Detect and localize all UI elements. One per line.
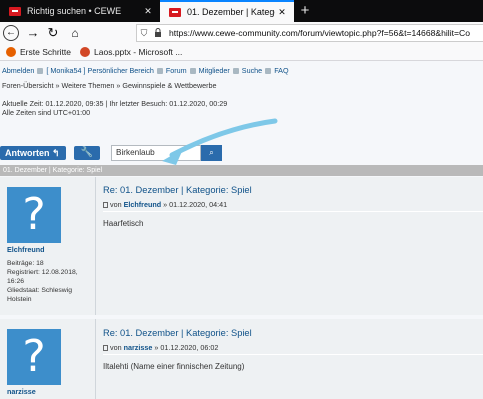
link-faq[interactable]: FAQ — [274, 66, 288, 75]
post-icon[interactable] — [103, 202, 108, 208]
new-tab-button[interactable]: + — [297, 2, 313, 20]
top-links: Abmelden [ Monika54 ] Persönlicher Bereic… — [2, 66, 289, 75]
post-title[interactable]: Re: 01. Dezember | Kategorie: Spiel — [103, 328, 252, 338]
post-divider — [103, 211, 483, 212]
post-title[interactable]: Re: 01. Dezember | Kategorie: Spiel — [103, 185, 252, 195]
cewe-favicon-icon — [169, 7, 181, 17]
lock-icon — [151, 27, 165, 39]
home-button[interactable]: ⌂ — [67, 25, 83, 41]
bookmark-label: Erste Schritte — [20, 47, 72, 57]
link-abmelden[interactable]: Abmelden — [2, 66, 34, 75]
bookmark-laos-pptx[interactable]: Laos.pptx - Microsoft ... — [80, 47, 182, 57]
post-body: Iltalehti (Name einer finnischen Zeitung… — [103, 362, 245, 371]
thread-title-bar: 01. Dezember | Kategorie: Spiel — [0, 165, 483, 176]
link-forum[interactable]: Forum — [166, 66, 187, 75]
post-date: » 01.12.2020, 06:02 — [154, 343, 219, 352]
navigation-bar: ← → ↻ ⌂ ⛉ https://www.cewe-community.com… — [0, 22, 483, 44]
powerpoint-icon — [80, 47, 91, 57]
info-line: Registriert: 12.08.2018, — [7, 269, 78, 276]
faq-icon — [265, 68, 272, 74]
wrench-icon[interactable]: 🔧 — [74, 146, 100, 160]
link-suche[interactable]: Suche — [242, 66, 262, 75]
post-user-info: Beiträge: 18 Registriert: 12.08.2018, 16… — [7, 259, 78, 304]
tab-strip: Richtig suchen • CEWE ✕ 01. Dezember | K… — [0, 0, 483, 22]
forum-icon — [156, 68, 163, 74]
cewe-favicon-icon — [9, 6, 21, 16]
bookmark-label: Laos.pptx - Microsoft ... — [94, 47, 183, 57]
url-text: https://www.cewe-community.com/forum/vie… — [169, 28, 471, 38]
meta-prefix: von — [110, 343, 122, 352]
avatar[interactable]: ? — [7, 187, 61, 243]
user-icon — [37, 68, 44, 74]
info-line: Gliedstaat: Schleswig — [7, 287, 72, 294]
reply-button[interactable]: Antworten ↰ — [0, 146, 66, 160]
url-bar[interactable]: ⛉ https://www.cewe-community.com/forum/v… — [136, 24, 483, 42]
post-username[interactable]: Elchfreund — [7, 245, 45, 254]
post-body: Haarfetisch — [103, 219, 144, 228]
reload-button[interactable]: ↻ — [45, 25, 61, 41]
post-meta: von narzisse » 01.12.2020, 06:02 — [103, 343, 218, 352]
forward-button[interactable]: → — [25, 25, 41, 41]
post-author[interactable]: Elchfreund — [124, 200, 162, 209]
post-date: » 01.12.2020, 04:41 — [163, 200, 228, 209]
close-tab-icon[interactable]: ✕ — [141, 6, 155, 17]
link-mitglieder[interactable]: Mitglieder — [199, 66, 230, 75]
post-icon[interactable] — [103, 345, 108, 351]
forum-page: Abmelden [ Monika54 ] Persönlicher Bereic… — [0, 61, 483, 399]
tab-01-dezember[interactable]: 01. Dezember | Kategorie: Spiel ✕ — [160, 0, 294, 22]
post: ? narzisse Re: 01. Dezember | Kategorie:… — [0, 319, 483, 399]
post: ? Elchfreund Beiträge: 18 Registriert: 1… — [0, 177, 483, 315]
bookmarks-bar: Erste Schritte Laos.pptx - Microsoft ... — [0, 44, 483, 61]
close-tab-icon[interactable]: ✕ — [275, 7, 289, 18]
back-button[interactable]: ← — [3, 25, 19, 41]
post-username[interactable]: narzisse — [7, 387, 36, 396]
tab-richtig-suchen[interactable]: Richtig suchen • CEWE ✕ — [0, 0, 160, 22]
avatar[interactable]: ? — [7, 329, 61, 385]
info-line: Holstein — [7, 296, 32, 303]
shield-icon[interactable]: ⛉ — [137, 28, 151, 39]
post-meta: von Elchfreund » 01.12.2020, 04:41 — [103, 200, 227, 209]
post-profile: ? narzisse — [0, 319, 96, 399]
post-author[interactable]: narzisse — [124, 343, 153, 352]
annotation-arrow — [162, 118, 278, 165]
firefox-icon — [6, 47, 16, 57]
info-line: 16:26 — [7, 278, 25, 285]
post-profile: ? Elchfreund Beiträge: 18 Registriert: 1… — [0, 177, 96, 315]
bookmark-erste-schritte[interactable]: Erste Schritte — [6, 47, 71, 57]
members-icon — [189, 68, 196, 74]
breadcrumb[interactable]: Foren-Übersicht » Weitere Themen » Gewin… — [2, 81, 217, 90]
post-divider — [103, 354, 483, 355]
info-line: Beiträge: 18 — [7, 260, 44, 267]
current-time: Aktuelle Zeit: 01.12.2020, 09:35 | Ihr l… — [2, 99, 228, 108]
search-icon — [232, 68, 239, 74]
tab-label: Richtig suchen • CEWE — [27, 6, 122, 16]
tab-label: 01. Dezember | Kategorie: Spiel — [187, 7, 275, 17]
timezone-info: Alle Zeiten sind UTC+01:00 — [2, 108, 91, 117]
meta-prefix: von — [110, 200, 122, 209]
link-persoenlicher-bereich[interactable]: [ Monika54 ] Persönlicher Bereich — [46, 66, 153, 75]
